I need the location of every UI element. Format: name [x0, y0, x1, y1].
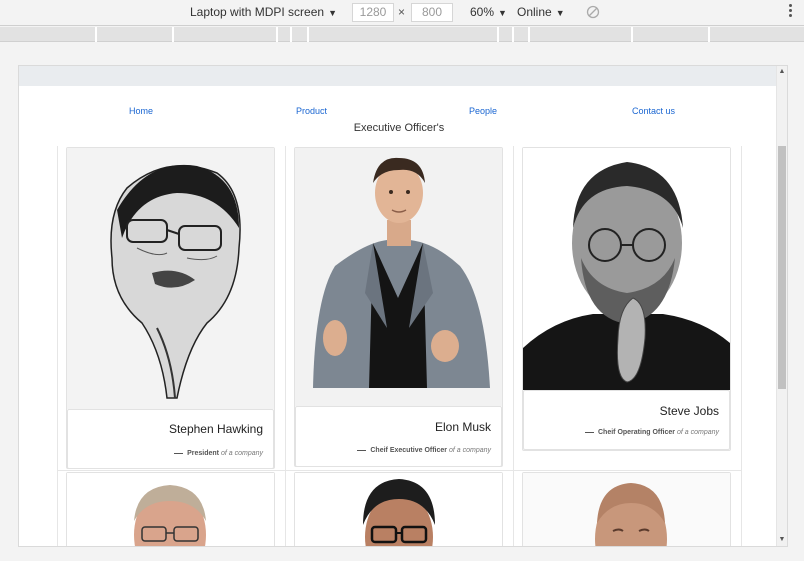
person-card: Stephen Hawking President of a company [66, 147, 275, 469]
media-query-ruler[interactable] [0, 27, 804, 42]
network-label: Online [517, 5, 552, 19]
role-suffix: of a company [448, 447, 491, 454]
person-card [66, 472, 275, 546]
network-throttle-select[interactable]: Online ▼ [517, 5, 565, 19]
device-viewport: Home Product People Contact us Executive… [18, 65, 788, 547]
dimension-separator: × [398, 5, 406, 19]
person-role: President of a company [174, 450, 263, 457]
person-role: Cheif Executive Officer of a company [357, 447, 491, 454]
team-grid: Stephen Hawking President of a company E… [57, 146, 742, 546]
person-card: Steve Jobs Cheif Operating Officer of a … [522, 147, 731, 451]
nav-product[interactable]: Product [296, 106, 327, 116]
person-photo [295, 148, 502, 406]
person-photo [523, 473, 730, 546]
role-title: Cheif Operating Officer [598, 429, 676, 436]
person-caption: Elon Musk Cheif Executive Officer of a c… [295, 406, 502, 467]
person-role: Cheif Operating Officer of a company [585, 429, 719, 436]
zoom-label: 60% [470, 5, 495, 19]
person-name: Steve Jobs [659, 404, 719, 418]
page-title: Executive Officer's [353, 122, 445, 134]
dash-divider [357, 449, 367, 451]
chevron-down-icon: ▼ [328, 8, 337, 18]
person-photo [523, 148, 730, 390]
nav-contact-us[interactable]: Contact us [632, 106, 675, 116]
device-toolbar: Laptop with MDPI screen ▼ 1280 × 800 60% ▼… [0, 0, 804, 26]
dash-divider [174, 452, 184, 454]
more-options-icon[interactable] [788, 4, 794, 19]
height-input[interactable]: 800 [411, 3, 453, 22]
nav-people[interactable]: People [469, 106, 497, 116]
person-photo [67, 148, 274, 409]
person-name: Elon Musk [434, 420, 491, 434]
chevron-down-icon: ▼ [498, 8, 507, 18]
nav-home[interactable]: Home [129, 106, 153, 116]
vertical-scrollbar[interactable]: ▲ ▼ [776, 66, 787, 546]
rotate-icon[interactable] [586, 5, 600, 24]
person-name: Stephen Hawking [168, 422, 263, 436]
device-label: Laptop with MDPI screen [190, 5, 325, 19]
role-title: President [187, 450, 220, 457]
width-input[interactable]: 1280 [352, 3, 394, 22]
row-divider [58, 470, 742, 471]
device-select[interactable]: Laptop with MDPI screen ▼ [190, 5, 337, 19]
person-card [294, 472, 503, 546]
person-card: Elon Musk Cheif Executive Officer of a c… [294, 147, 503, 467]
page-top-bar [19, 66, 777, 86]
person-caption: Steve Jobs Cheif Operating Officer of a … [523, 390, 730, 450]
chevron-down-icon: ▼ [555, 8, 565, 18]
scrollbar-thumb[interactable] [778, 146, 786, 389]
role-suffix: of a company [676, 429, 719, 436]
main-nav: Home Product People Contact us [19, 106, 777, 120]
person-photo [67, 473, 274, 546]
dash-divider [585, 431, 594, 433]
scroll-down-icon[interactable]: ▼ [777, 534, 787, 546]
scroll-up-icon[interactable]: ▲ [777, 66, 787, 78]
role-title: Cheif Executive Officer [370, 447, 448, 454]
role-suffix: of a company [220, 450, 263, 457]
person-photo [295, 473, 502, 546]
person-card [522, 472, 731, 546]
zoom-select[interactable]: 60% ▼ [470, 5, 507, 19]
person-caption: Stephen Hawking President of a company [67, 409, 274, 469]
